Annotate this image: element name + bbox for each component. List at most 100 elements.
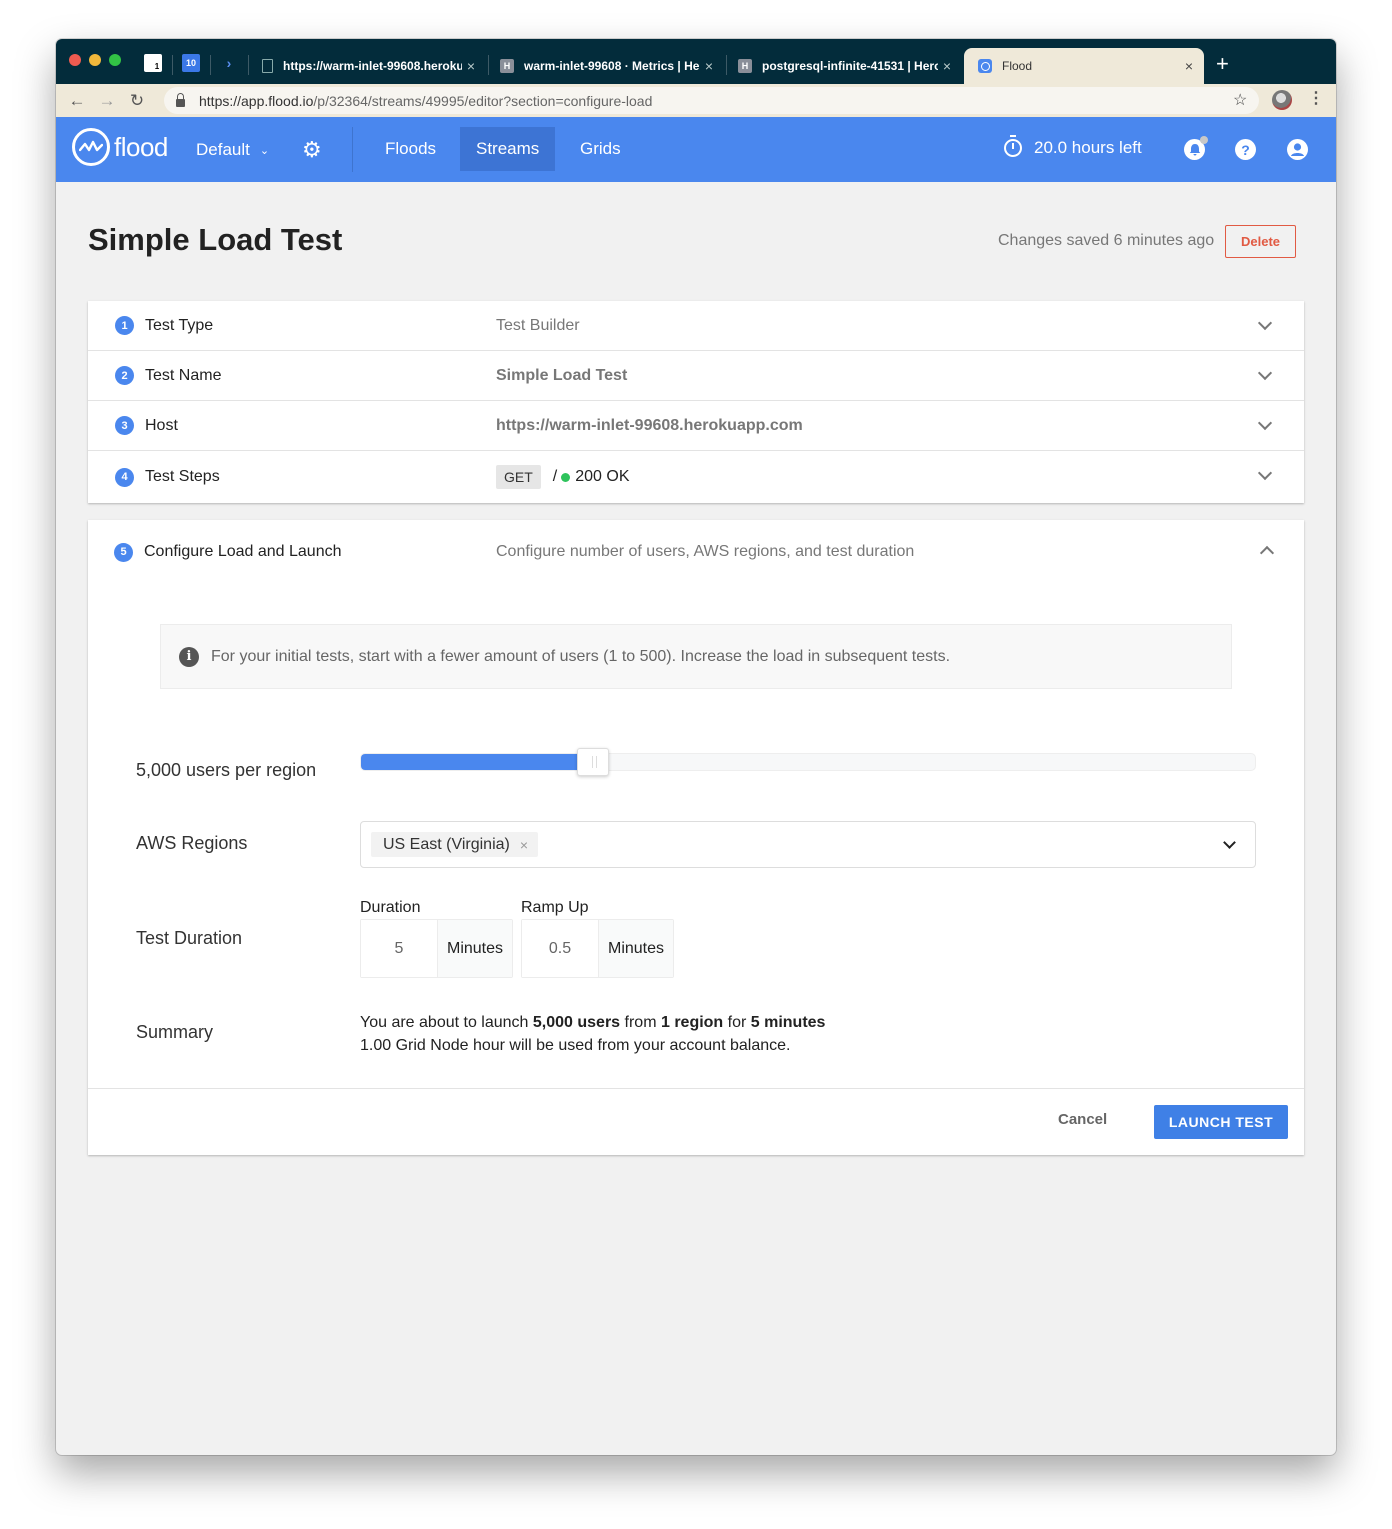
user-account-icon[interactable] — [1287, 139, 1308, 160]
step-label: Test Type — [145, 316, 214, 334]
profile-avatar[interactable] — [1272, 90, 1292, 110]
aws-regions-select[interactable]: US East (Virginia) × — [360, 821, 1256, 868]
calendar-icon[interactable]: 10 — [182, 54, 200, 72]
lock-icon — [176, 92, 185, 107]
tab-title: Flood — [1002, 59, 1033, 73]
maximize-window-button[interactable] — [109, 54, 121, 66]
slider-handle[interactable] — [577, 748, 610, 776]
url-host: https://app.flood.io — [199, 92, 314, 109]
new-tab-button[interactable]: + — [1216, 51, 1229, 77]
summary-duration: 5 minutes — [750, 1014, 826, 1031]
chevron-down-icon[interactable] — [1257, 365, 1273, 381]
tab-title: https://warm-inlet-99608.herokuapp.com — [283, 59, 462, 73]
step-row-host[interactable]: 3 Host https://warm-inlet-99608.herokuap… — [88, 401, 1304, 451]
request-path: / — [552, 468, 558, 485]
chevron-up-icon[interactable] — [1259, 545, 1275, 561]
close-tab-icon[interactable]: × — [938, 58, 956, 74]
close-window-button[interactable] — [69, 54, 81, 66]
page-title: Simple Load Test — [88, 222, 343, 257]
workspace-selector[interactable]: Default ⌄ — [196, 140, 269, 160]
step-label: Test Name — [145, 366, 222, 384]
browser-tab-active[interactable]: Flood × — [964, 48, 1204, 84]
browser-tab-bar: 1 10 › https://warm-inlet-99608.herokuap… — [56, 39, 1336, 84]
browser-menu-icon[interactable]: ⋮ — [1308, 88, 1324, 108]
back-icon[interactable]: ← — [62, 91, 92, 111]
summary-text: You are about to launch 5,000 users from… — [360, 1011, 825, 1057]
close-tab-icon[interactable]: × — [1180, 58, 1198, 74]
nav-streams[interactable]: Streams — [460, 127, 556, 171]
step-number-badge: 2 — [115, 366, 134, 385]
cancel-button[interactable]: Cancel — [1058, 1111, 1107, 1128]
heroku-icon: H — [738, 59, 752, 73]
chevron-down-icon[interactable] — [1223, 836, 1236, 849]
stopwatch-icon — [1004, 135, 1022, 157]
step-number-badge: 1 — [115, 316, 134, 335]
step-value: GET / 200 OK — [496, 465, 630, 489]
tab-separator — [172, 55, 173, 75]
nav-grids[interactable]: Grids — [564, 127, 637, 171]
rampup-input-group: 0.5 Minutes — [521, 919, 674, 978]
minimize-window-button[interactable] — [89, 54, 101, 66]
flood-logo[interactable]: flood — [72, 128, 168, 166]
summary-regions: 1 region — [660, 1014, 724, 1031]
browser-tab[interactable]: H warm-inlet-99608 · Metrics | Heroku × — [492, 48, 724, 84]
step-label: Test Steps — [145, 468, 220, 485]
rampup-unit: Minutes — [599, 920, 673, 977]
summary-line-1: You are about to launch 5,000 users from… — [360, 1014, 826, 1031]
browser-window: 1 10 › https://warm-inlet-99608.herokuap… — [56, 39, 1336, 1455]
gmail-icon[interactable]: 1 — [144, 54, 162, 72]
flood-icon — [978, 59, 992, 73]
configure-load-card: 5 Configure Load and Launch Configure nu… — [88, 520, 1304, 1155]
step-row-test-name[interactable]: 2 Test Name Simple Load Test — [88, 351, 1304, 401]
chevron-down-icon: ⌄ — [259, 144, 270, 157]
remove-region-icon[interactable]: × — [520, 837, 528, 853]
nav-divider — [352, 127, 353, 172]
status-ok-dot — [561, 472, 571, 482]
step-row-test-type[interactable]: 1 Test Type Test Builder — [88, 301, 1304, 351]
chevron-down-icon[interactable] — [1257, 465, 1273, 481]
bookmark-star-icon[interactable]: ☆ — [1233, 90, 1247, 110]
step-number-badge: 5 — [114, 542, 133, 562]
browser-tab[interactable]: https://warm-inlet-99608.herokuapp.com × — [254, 48, 486, 84]
summary-users: 5,000 users — [532, 1014, 621, 1031]
close-tab-icon[interactable]: × — [462, 58, 480, 74]
launch-test-button[interactable]: LAUNCH TEST — [1154, 1105, 1288, 1139]
users-per-region-label: 5,000 users per region — [136, 760, 317, 780]
chevron-down-icon[interactable] — [1257, 415, 1273, 431]
heroku-icon: H — [500, 59, 514, 73]
reload-icon[interactable]: ↻ — [122, 91, 152, 111]
save-status: Changes saved 6 minutes ago — [998, 232, 1215, 249]
users-slider[interactable] — [360, 748, 1256, 776]
nav-floods[interactable]: Floods — [369, 127, 452, 171]
workspace-name: Default — [196, 140, 250, 159]
info-icon: i — [179, 646, 199, 667]
step-number-badge: 3 — [115, 416, 134, 435]
step-value: Test Builder — [496, 316, 580, 334]
forward-icon[interactable]: → — [92, 91, 122, 111]
close-tab-icon[interactable]: × — [700, 58, 718, 74]
browser-toolbar: ← → ↻ https://app.flood.io /p/32364/stre… — [56, 84, 1336, 117]
hours-remaining[interactable]: 20.0 hours left — [1004, 135, 1142, 158]
help-icon[interactable]: ? — [1235, 139, 1256, 160]
duration-input[interactable]: 5 — [361, 920, 438, 977]
chevron-down-icon[interactable] — [1257, 315, 1273, 331]
step-value: https://warm-inlet-99608.herokuapp.com — [496, 416, 803, 434]
rampup-input[interactable]: 0.5 — [522, 920, 599, 977]
response-status: 200 OK — [575, 468, 630, 485]
tab-separator — [726, 55, 727, 75]
terminal-icon[interactable]: › — [220, 54, 238, 72]
test-duration-label: Test Duration — [136, 928, 243, 948]
aws-regions-label: AWS Regions — [136, 833, 248, 853]
gear-icon[interactable]: ⚙ — [302, 137, 322, 163]
step-row-test-steps[interactable]: 4 Test Steps GET / 200 OK — [88, 451, 1304, 503]
page-icon — [262, 59, 273, 73]
info-text: For your initial tests, start with a few… — [211, 647, 951, 665]
address-bar[interactable]: https://app.flood.io /p/32364/streams/49… — [164, 87, 1259, 114]
browser-tab[interactable]: H postgresql-infinite-41531 | Heroku × — [730, 48, 962, 84]
app-header: flood Default ⌄ ⚙ Floods Streams Grids 2… — [56, 117, 1336, 182]
delete-button[interactable]: Delete — [1225, 225, 1296, 258]
summary-line-2: 1.00 Grid Node hour will be used from yo… — [360, 1037, 791, 1054]
step-row-configure[interactable]: 5 Configure Load and Launch Configure nu… — [88, 527, 1304, 577]
duration-input-group: 5 Minutes — [360, 919, 513, 978]
gmail-badge: 1 — [154, 61, 160, 71]
